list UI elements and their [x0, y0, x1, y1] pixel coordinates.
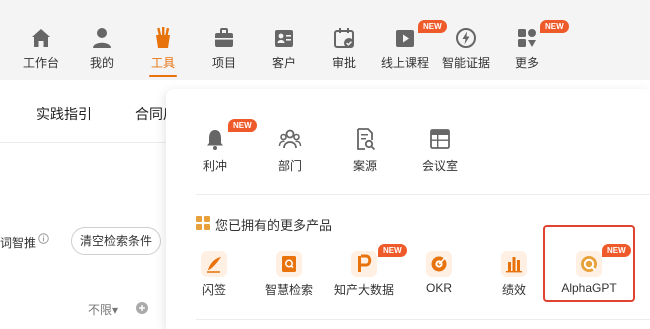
tool-label: 案源 [352, 159, 377, 173]
ip-logo-icon [351, 251, 377, 277]
product-okr[interactable]: OKR [400, 251, 478, 295]
nav-label: 工作台 [22, 56, 59, 70]
nav-item-approval[interactable]: 审批 [314, 26, 374, 80]
nav-label: 项目 [211, 56, 236, 70]
nav-item-more[interactable]: 更多 [497, 26, 557, 80]
products-icon [196, 216, 210, 230]
nav-item-online-courses[interactable]: 线上课程 [375, 26, 435, 80]
tool-conflict-check[interactable]: 利冲 [185, 127, 245, 174]
briefcase-icon [215, 28, 233, 47]
new-badge: NEW [540, 20, 569, 33]
nav-label: 更多 [514, 56, 539, 70]
table-grid-icon [430, 129, 450, 149]
nav-item-tools[interactable]: 工具 [133, 26, 193, 80]
divider [196, 319, 650, 320]
calendar-check-icon [334, 28, 354, 48]
product-label: 智慧检索 [264, 283, 313, 297]
nav-label: 线上课程 [380, 56, 429, 70]
nav-item-mine[interactable]: 我的 [72, 26, 132, 80]
product-performance[interactable]: 绩效 [475, 251, 553, 298]
clear-search-button[interactable]: 清空检索条件 [71, 227, 161, 255]
quill-icon [201, 251, 227, 277]
search-book-icon [276, 251, 302, 277]
section-title: 您已拥有的更多产品 [215, 218, 333, 233]
product-label: 闪签 [201, 283, 226, 297]
nav-item-clients[interactable]: 客户 [254, 26, 314, 80]
lightning-circle-icon [456, 28, 476, 48]
tools-icon [156, 27, 170, 48]
filter-label: 词智推 [0, 236, 37, 250]
tools-dropdown-panel: 利冲 NEW 部门 案源 会议室 您已拥有的更多产品 闪签 智慧检索 知产大数据… [166, 89, 650, 329]
team-icon [278, 129, 302, 149]
top-navigation: 工作台 我的 工具 项目 客户 审批 线上课程 NEW 智能证据 更多 NEW [0, 0, 650, 80]
tool-case-source[interactable]: 案源 [335, 127, 395, 174]
tool-meeting-room[interactable]: 会议室 [410, 127, 470, 174]
video-play-icon [396, 30, 414, 47]
nav-label: 工具 [150, 56, 175, 70]
nav-label: 审批 [331, 56, 356, 70]
product-label: 绩效 [501, 283, 526, 297]
product-ip-big-data[interactable]: 知产大数据 [325, 251, 403, 298]
unlimited-dropdown[interactable]: 不限▾ [88, 301, 118, 318]
nav-item-projects[interactable]: 项目 [194, 26, 254, 80]
product-label: 知产大数据 [333, 283, 394, 297]
tab-practice-guide[interactable]: 实践指引 [36, 104, 92, 124]
nav-item-workbench[interactable]: 工作台 [11, 26, 71, 80]
tool-label: 会议室 [421, 159, 458, 173]
contact-card-icon [275, 30, 293, 47]
product-label: OKR [425, 281, 452, 295]
grid-more-icon [518, 29, 536, 47]
nav-label: 我的 [89, 56, 114, 70]
nav-label: 智能证据 [441, 56, 490, 70]
bar-chart-icon [501, 251, 527, 277]
home-icon [32, 29, 50, 47]
tool-label: 部门 [277, 159, 302, 173]
tool-label: 利冲 [202, 159, 227, 173]
bell-icon [207, 130, 223, 150]
nav-label: 客户 [271, 56, 296, 70]
nav-item-smart-evidence[interactable]: 智能证据 [436, 26, 496, 80]
info-icon[interactable] [38, 233, 49, 244]
product-flash-sign[interactable]: 闪签 [175, 251, 253, 298]
new-badge: NEW [228, 119, 257, 132]
document-search-icon [357, 128, 376, 151]
tool-departments[interactable]: 部门 [260, 127, 320, 174]
product-smart-search[interactable]: 智慧检索 [250, 251, 328, 298]
user-icon [93, 28, 111, 48]
add-circle-icon[interactable] [136, 302, 148, 314]
alphagpt-highlight-box [543, 225, 635, 302]
okr-target-icon [426, 251, 452, 277]
divider [196, 194, 650, 195]
